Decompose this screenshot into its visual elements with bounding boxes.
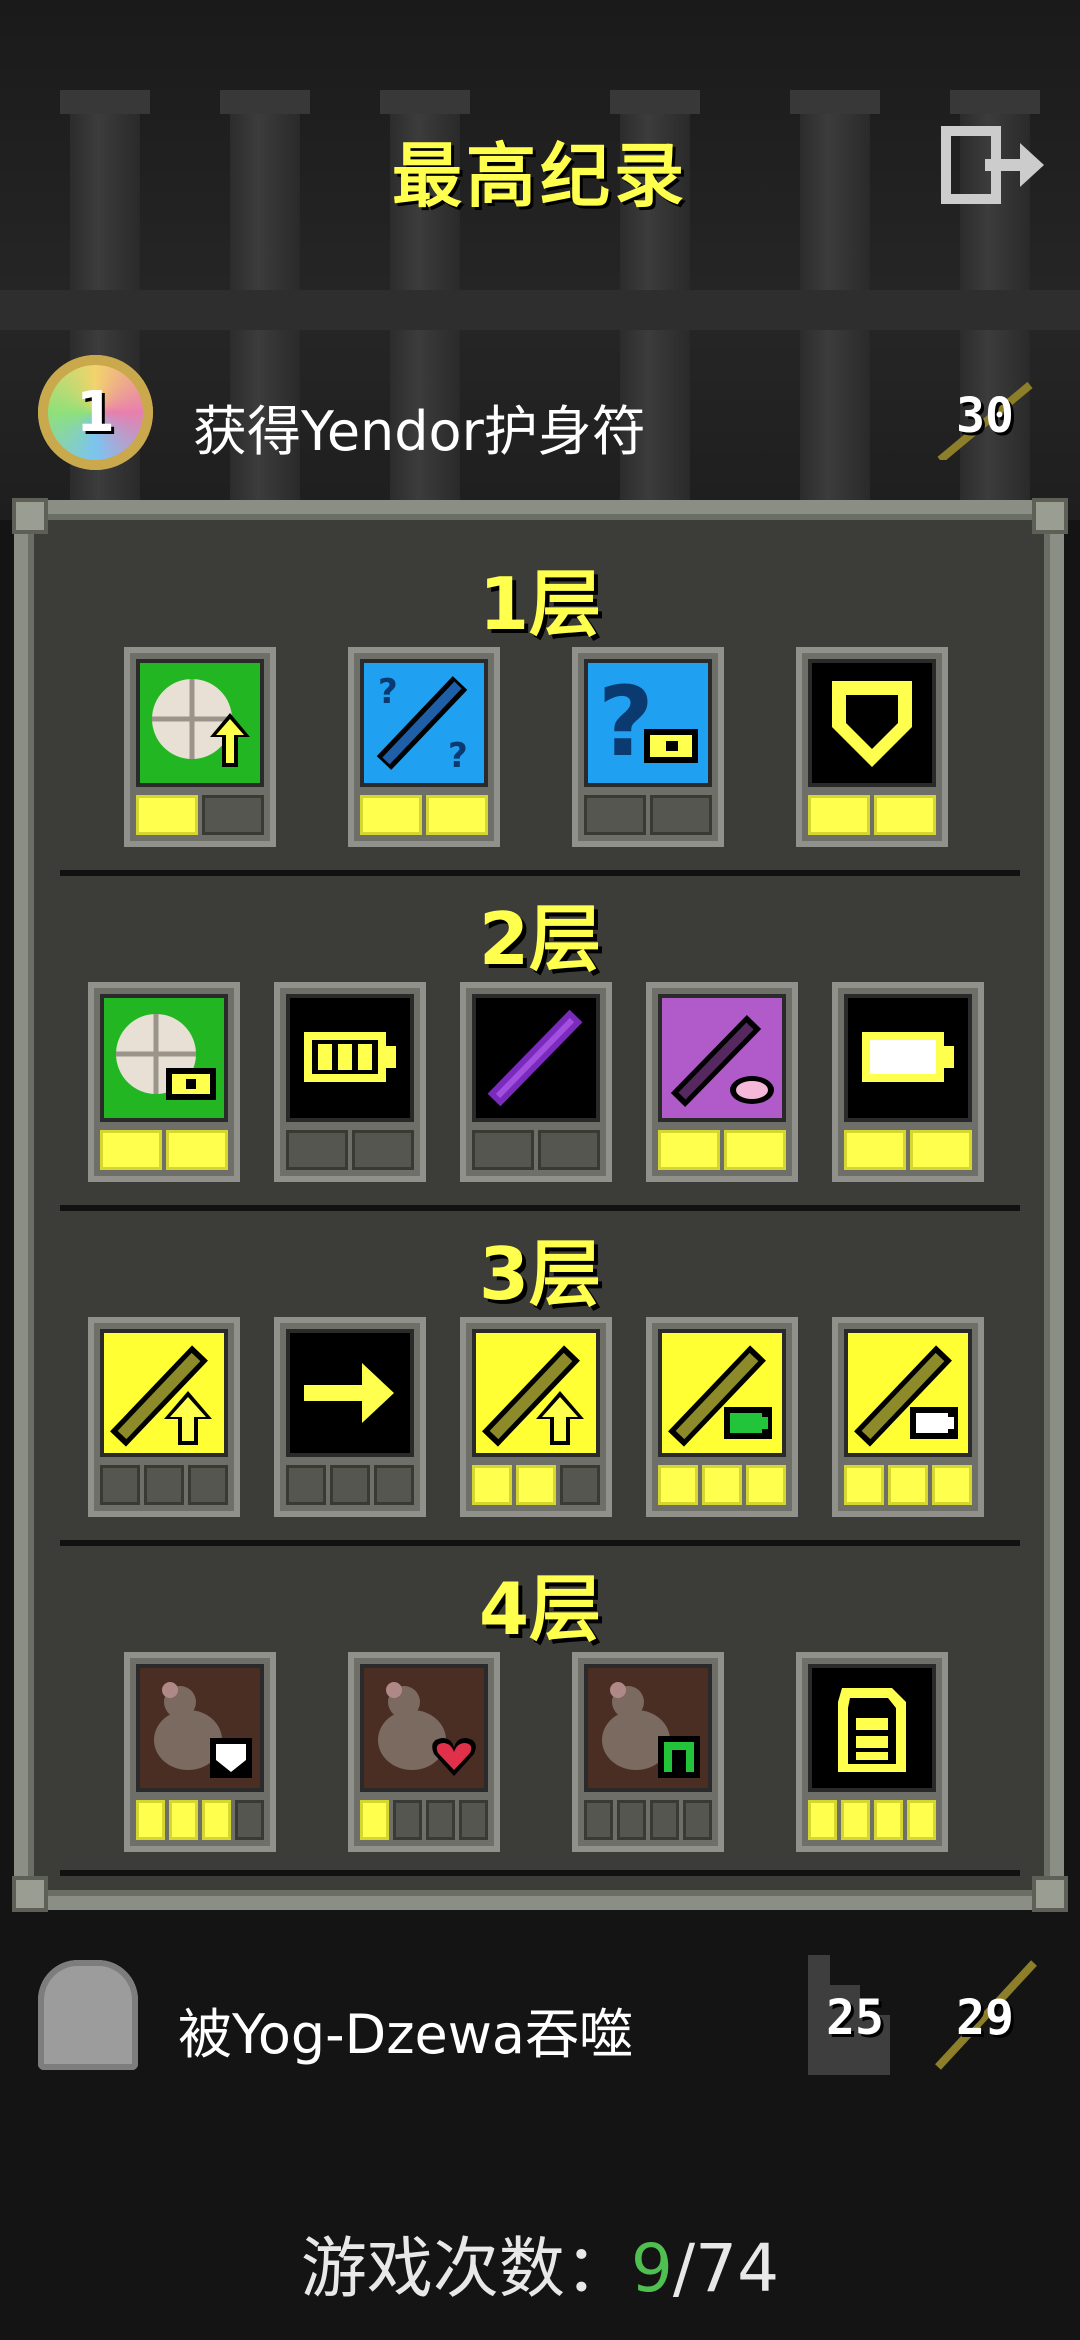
level-indicator: 29 (930, 1955, 1040, 2075)
badge-item[interactable] (832, 982, 984, 1182)
background-beam (0, 290, 1080, 330)
purple-wand-icon (472, 994, 600, 1122)
battery-empty-icon (844, 994, 972, 1122)
badge-item[interactable] (796, 647, 948, 847)
panel-corner (12, 498, 48, 534)
unknown-key-icon: ? (584, 659, 712, 787)
record-description: 获得Yendor护身符 (193, 400, 646, 463)
section-floor-3: 3层 (60, 1215, 1020, 1550)
section-floor-1: 1层 ? ? ? (60, 545, 1020, 880)
pink-wand-key-icon (658, 994, 786, 1122)
badge-item[interactable] (124, 647, 276, 847)
badge-item[interactable] (88, 1317, 240, 1517)
badge-item[interactable] (274, 1317, 426, 1517)
backpack-icon (808, 1664, 936, 1792)
games-current: 9 (630, 2230, 673, 2307)
weapon-up-icon (472, 1329, 600, 1457)
tiles-key-icon (100, 994, 228, 1122)
arrow-right-icon (286, 1329, 414, 1457)
section-title: 3层 (478, 1232, 602, 1316)
badge-item[interactable]: ? (572, 647, 724, 847)
games-label: 游戏次数： (300, 2230, 631, 2307)
exit-button[interactable] (940, 125, 1050, 205)
weapon-white-icon (844, 1329, 972, 1457)
rank-number: 1 (76, 380, 115, 445)
level-number: 29 (956, 1990, 1014, 2046)
section-divider (60, 1205, 1020, 1211)
rat-heart-icon (360, 1664, 488, 1792)
badge-item[interactable] (572, 1652, 724, 1852)
rat-white-icon (136, 1664, 264, 1792)
panel-corner (1032, 498, 1068, 534)
badge-item[interactable] (796, 1652, 948, 1852)
panel-corner (1032, 1876, 1068, 1912)
section-divider (60, 1540, 1020, 1546)
armor-shield-icon (808, 659, 936, 787)
tombstone-icon (38, 1960, 138, 2070)
page-title: 最高纪录 (392, 135, 688, 217)
badge-item[interactable] (88, 982, 240, 1182)
svg-text:?: ? (378, 672, 398, 712)
section-floor-4: 4层 (60, 1550, 1020, 1885)
section-title: 1层 (478, 562, 602, 646)
badge-item[interactable] (460, 1317, 612, 1517)
weapon-up-icon (100, 1329, 228, 1457)
weapon-green-icon (658, 1329, 786, 1457)
badge-item[interactable] (646, 1317, 798, 1517)
rat-green-icon (584, 1664, 712, 1792)
depth-number: 25 (826, 1990, 884, 2046)
exit-icon (941, 126, 1044, 204)
section-divider (60, 1870, 1020, 1876)
last-game-row[interactable]: 被Yog-Dzewa吞噬 25 29 (0, 1950, 1080, 2080)
death-description: 被Yog-Dzewa吞噬 (178, 2003, 634, 2066)
badge-item[interactable] (646, 982, 798, 1182)
panel-corner (12, 1876, 48, 1912)
depth-indicator: 25 (800, 1955, 910, 2075)
badge-item[interactable] (460, 982, 612, 1182)
section-divider (60, 870, 1020, 876)
battery-full-icon (286, 994, 414, 1122)
unlock-tiles-up-icon (136, 659, 264, 787)
games-total: /74 (672, 2230, 780, 2307)
badge-item[interactable] (124, 1652, 276, 1852)
svg-text:?: ? (448, 736, 468, 776)
section-title: 4层 (478, 1567, 602, 1651)
rank-medal-icon: 1 (38, 355, 153, 470)
best-record-row[interactable]: 1 获得Yendor护身符 30 (0, 355, 1080, 485)
games-count: 游戏次数：9/74 (0, 2215, 1080, 2311)
badge-item[interactable] (348, 1652, 500, 1852)
unknown-wand-icon: ? ? (360, 659, 488, 787)
badge-item[interactable] (274, 982, 426, 1182)
section-title: 2层 (478, 897, 602, 981)
level-number: 30 (956, 388, 1014, 444)
level-indicator: 30 (930, 380, 1040, 460)
badge-item[interactable] (832, 1317, 984, 1517)
badge-item[interactable]: ? ? (348, 647, 500, 847)
section-floor-2: 2层 (60, 880, 1020, 1215)
